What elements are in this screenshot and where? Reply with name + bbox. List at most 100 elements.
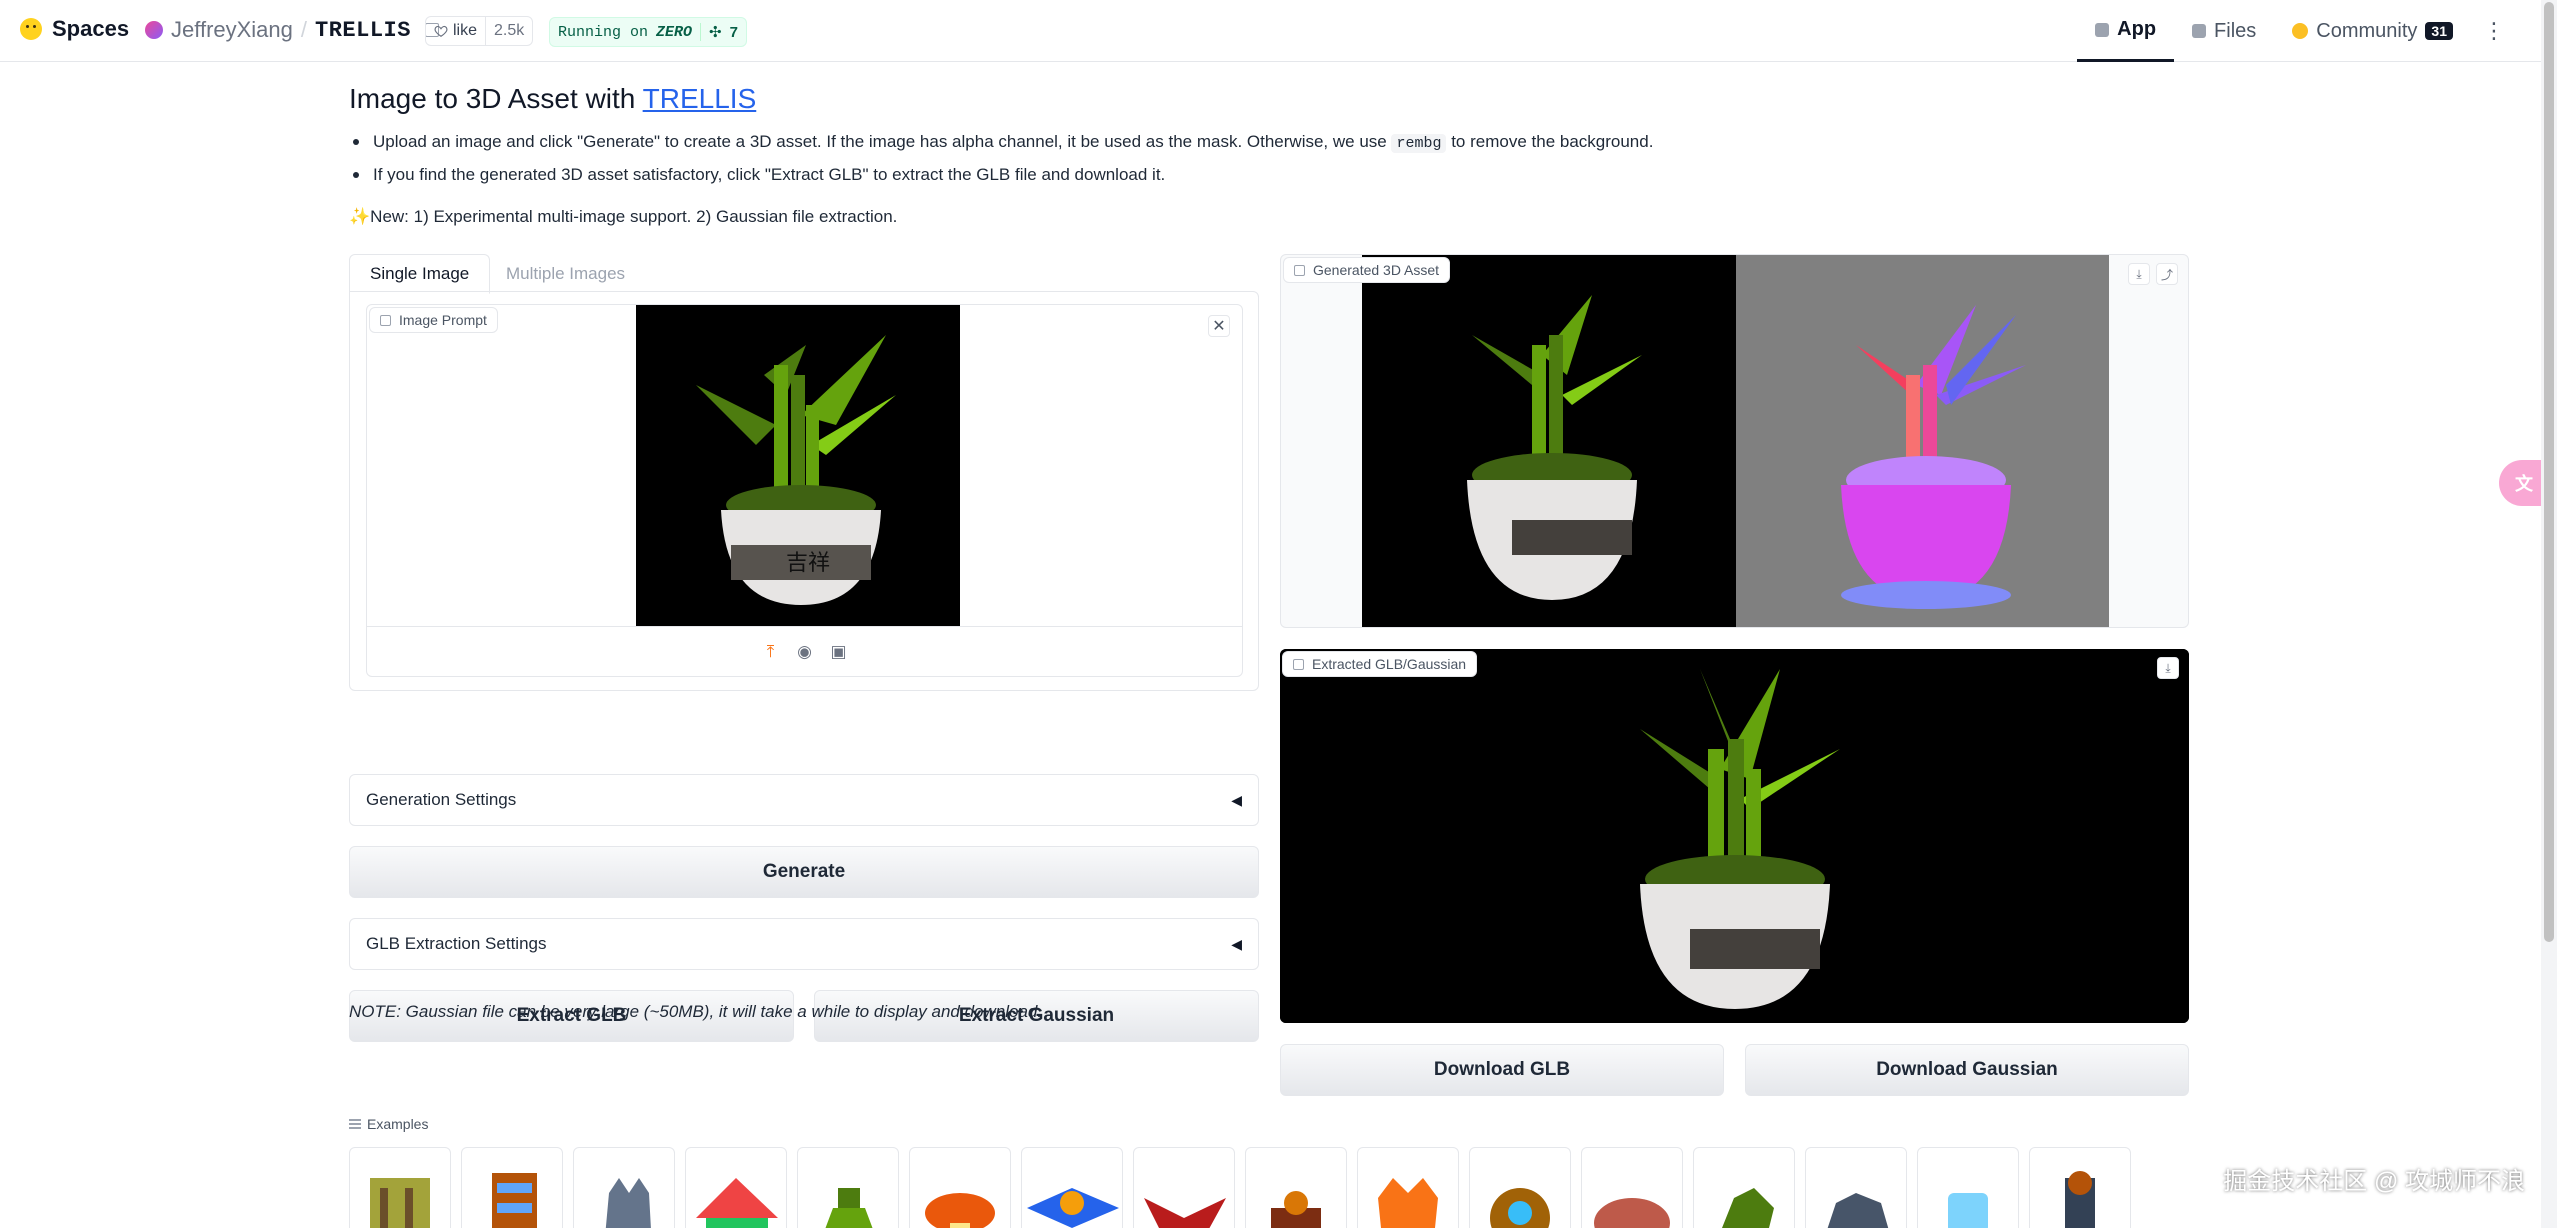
bamboo-plant-illustration: 吉祥 <box>636 305 960 627</box>
example-image <box>1722 1188 1774 1228</box>
example-image <box>1948 1193 1988 1228</box>
example-image <box>1378 1178 1438 1228</box>
owner-avatar[interactable] <box>145 21 163 39</box>
collapse-arrow-icon: ◀ <box>1231 791 1242 808</box>
normal-render-view <box>1736 255 2109 627</box>
tab-files-label: Files <box>2214 19 2257 42</box>
instruction-item: Upload an image and click "Generate" to … <box>349 128 1653 161</box>
download-icon[interactable]: ⤓ <box>2128 263 2150 285</box>
hugging-face-logo-icon <box>20 18 42 40</box>
scrollbar-thumb[interactable] <box>2544 2 2554 942</box>
example-thumbnail[interactable] <box>573 1147 675 1228</box>
example-thumbnail[interactable] <box>1693 1147 1795 1228</box>
community-icon <box>2292 23 2309 39</box>
generated-asset-label-text: Generated 3D Asset <box>1313 262 1440 278</box>
like-label-group[interactable]: like <box>426 22 485 40</box>
example-thumbnail[interactable] <box>1469 1147 1571 1228</box>
like-button[interactable]: like 2.5k <box>425 16 534 46</box>
example-thumbnail[interactable] <box>1805 1147 1907 1228</box>
example-image <box>1271 1191 1321 1228</box>
clear-image-button[interactable]: ✕ <box>1208 315 1230 337</box>
tab-community[interactable]: Community 31 <box>2274 0 2471 62</box>
generated-asset-video-panel: Generated 3D Asset ⤓ ⤴ <box>1280 254 2189 628</box>
image-prompt-uploader[interactable]: Image Prompt ✕ 吉祥 ⤒ ◉ ▣ <box>366 304 1243 677</box>
model-actions: ⤓ <box>2157 657 2179 679</box>
badge-divider <box>700 23 702 41</box>
like-count[interactable]: 2.5k <box>485 17 532 45</box>
example-thumbnail[interactable] <box>685 1147 787 1228</box>
examples-label: Examples <box>349 1116 428 1132</box>
upload-icon[interactable]: ⤒ <box>761 642 781 662</box>
example-thumbnail[interactable] <box>349 1147 451 1228</box>
instruction-text-1b: to remove the background. <box>1446 132 1654 151</box>
example-thumbnail[interactable] <box>2029 1147 2131 1228</box>
example-thumbnail[interactable] <box>1021 1147 1123 1228</box>
webcam-icon[interactable]: ◉ <box>795 642 815 662</box>
upload-source-toolbar: ⤒ ◉ ▣ <box>367 626 1242 676</box>
example-thumbnail[interactable] <box>1245 1147 1347 1228</box>
page-title-text: Image to 3D Asset with <box>349 83 643 114</box>
normal-render-illustration <box>1841 305 2026 609</box>
rembg-code: rembg <box>1391 134 1447 153</box>
files-icon <box>2192 24 2207 38</box>
svg-text:吉祥: 吉祥 <box>786 551 830 576</box>
example-image <box>1827 1193 1889 1228</box>
tab-multiple-images[interactable]: Multiple Images <box>486 254 645 294</box>
more-options-icon[interactable]: ⋮ <box>2471 0 2517 62</box>
heart-icon <box>434 25 448 37</box>
owner-link[interactable]: JeffreyXiang <box>171 17 293 43</box>
example-image <box>1594 1198 1670 1228</box>
page-scrollbar[interactable] <box>2541 0 2557 1228</box>
example-thumbnail[interactable] <box>1357 1147 1459 1228</box>
download-glb-button[interactable]: Download GLB <box>1280 1044 1724 1096</box>
tab-community-label: Community <box>2316 19 2418 42</box>
list-icon <box>349 1119 361 1129</box>
tab-single-image[interactable]: Single Image <box>349 254 491 294</box>
example-image <box>825 1188 873 1228</box>
tab-app[interactable]: App <box>2077 0 2175 62</box>
example-thumbnail[interactable] <box>461 1147 563 1228</box>
repo-name-link[interactable]: TRELLIS <box>315 18 411 43</box>
breadcrumb: JeffreyXiang / TRELLIS <box>145 17 439 43</box>
clipboard-icon[interactable]: ▣ <box>829 642 849 662</box>
trellis-link[interactable]: TRELLIS <box>643 83 757 114</box>
space-nav-tabs: App Files Community 31 ⋮ <box>2077 0 2517 62</box>
page-title: Image to 3D Asset with TRELLIS <box>349 83 756 115</box>
image-prompt-label-text: Image Prompt <box>399 312 487 328</box>
example-image <box>925 1193 995 1228</box>
video-icon <box>1294 264 1305 276</box>
glb-extraction-settings-accordion[interactable]: GLB Extraction Settings ◀ <box>349 918 1259 970</box>
example-thumbnail[interactable] <box>1581 1147 1683 1228</box>
examples-label-text: Examples <box>367 1116 429 1132</box>
download-gaussian-button[interactable]: Download Gaussian <box>1745 1044 2189 1096</box>
share-icon[interactable]: ⤴ <box>2156 263 2178 285</box>
extracted-model-viewer[interactable]: Extracted GLB/Gaussian ⤓ <box>1280 649 2189 1023</box>
image-icon <box>380 314 391 326</box>
bamboo-plant-image: 吉祥 <box>636 305 960 627</box>
zero-gpu-icon: ✣ <box>709 24 722 42</box>
glb-model-render <box>1280 649 2189 1023</box>
like-label: like <box>453 22 478 39</box>
example-thumbnail[interactable] <box>1917 1147 2019 1228</box>
generation-settings-accordion[interactable]: Generation Settings ◀ <box>349 774 1259 826</box>
generate-button[interactable]: Generate <box>349 846 1259 898</box>
example-image <box>1490 1188 1550 1228</box>
preview-video[interactable] <box>1362 255 2109 627</box>
instruction-item: If you find the generated 3D asset satis… <box>349 161 1653 194</box>
collapse-arrow-icon: ◀ <box>1231 935 1242 952</box>
download-icon[interactable]: ⤓ <box>2157 657 2179 679</box>
example-image <box>1144 1198 1226 1228</box>
running-count: 7 <box>729 23 738 41</box>
file-icon <box>1293 658 1304 670</box>
image-prompt-label: Image Prompt <box>369 307 498 333</box>
instructions-list: Upload an image and click "Generate" to … <box>349 128 1653 194</box>
app-icon <box>2095 22 2110 37</box>
tab-files[interactable]: Files <box>2174 0 2274 62</box>
running-status-badge[interactable]: Running on ZERO ✣ 7 <box>549 17 747 47</box>
news-text: New: 1) Experimental multi-image support… <box>370 207 898 226</box>
single-image-panel: Image Prompt ✕ 吉祥 ⤒ ◉ ▣ <box>349 291 1259 691</box>
example-thumbnail[interactable] <box>1133 1147 1235 1228</box>
spaces-logo-link[interactable]: Spaces <box>20 16 129 42</box>
example-thumbnail[interactable] <box>909 1147 1011 1228</box>
example-thumbnail[interactable] <box>797 1147 899 1228</box>
